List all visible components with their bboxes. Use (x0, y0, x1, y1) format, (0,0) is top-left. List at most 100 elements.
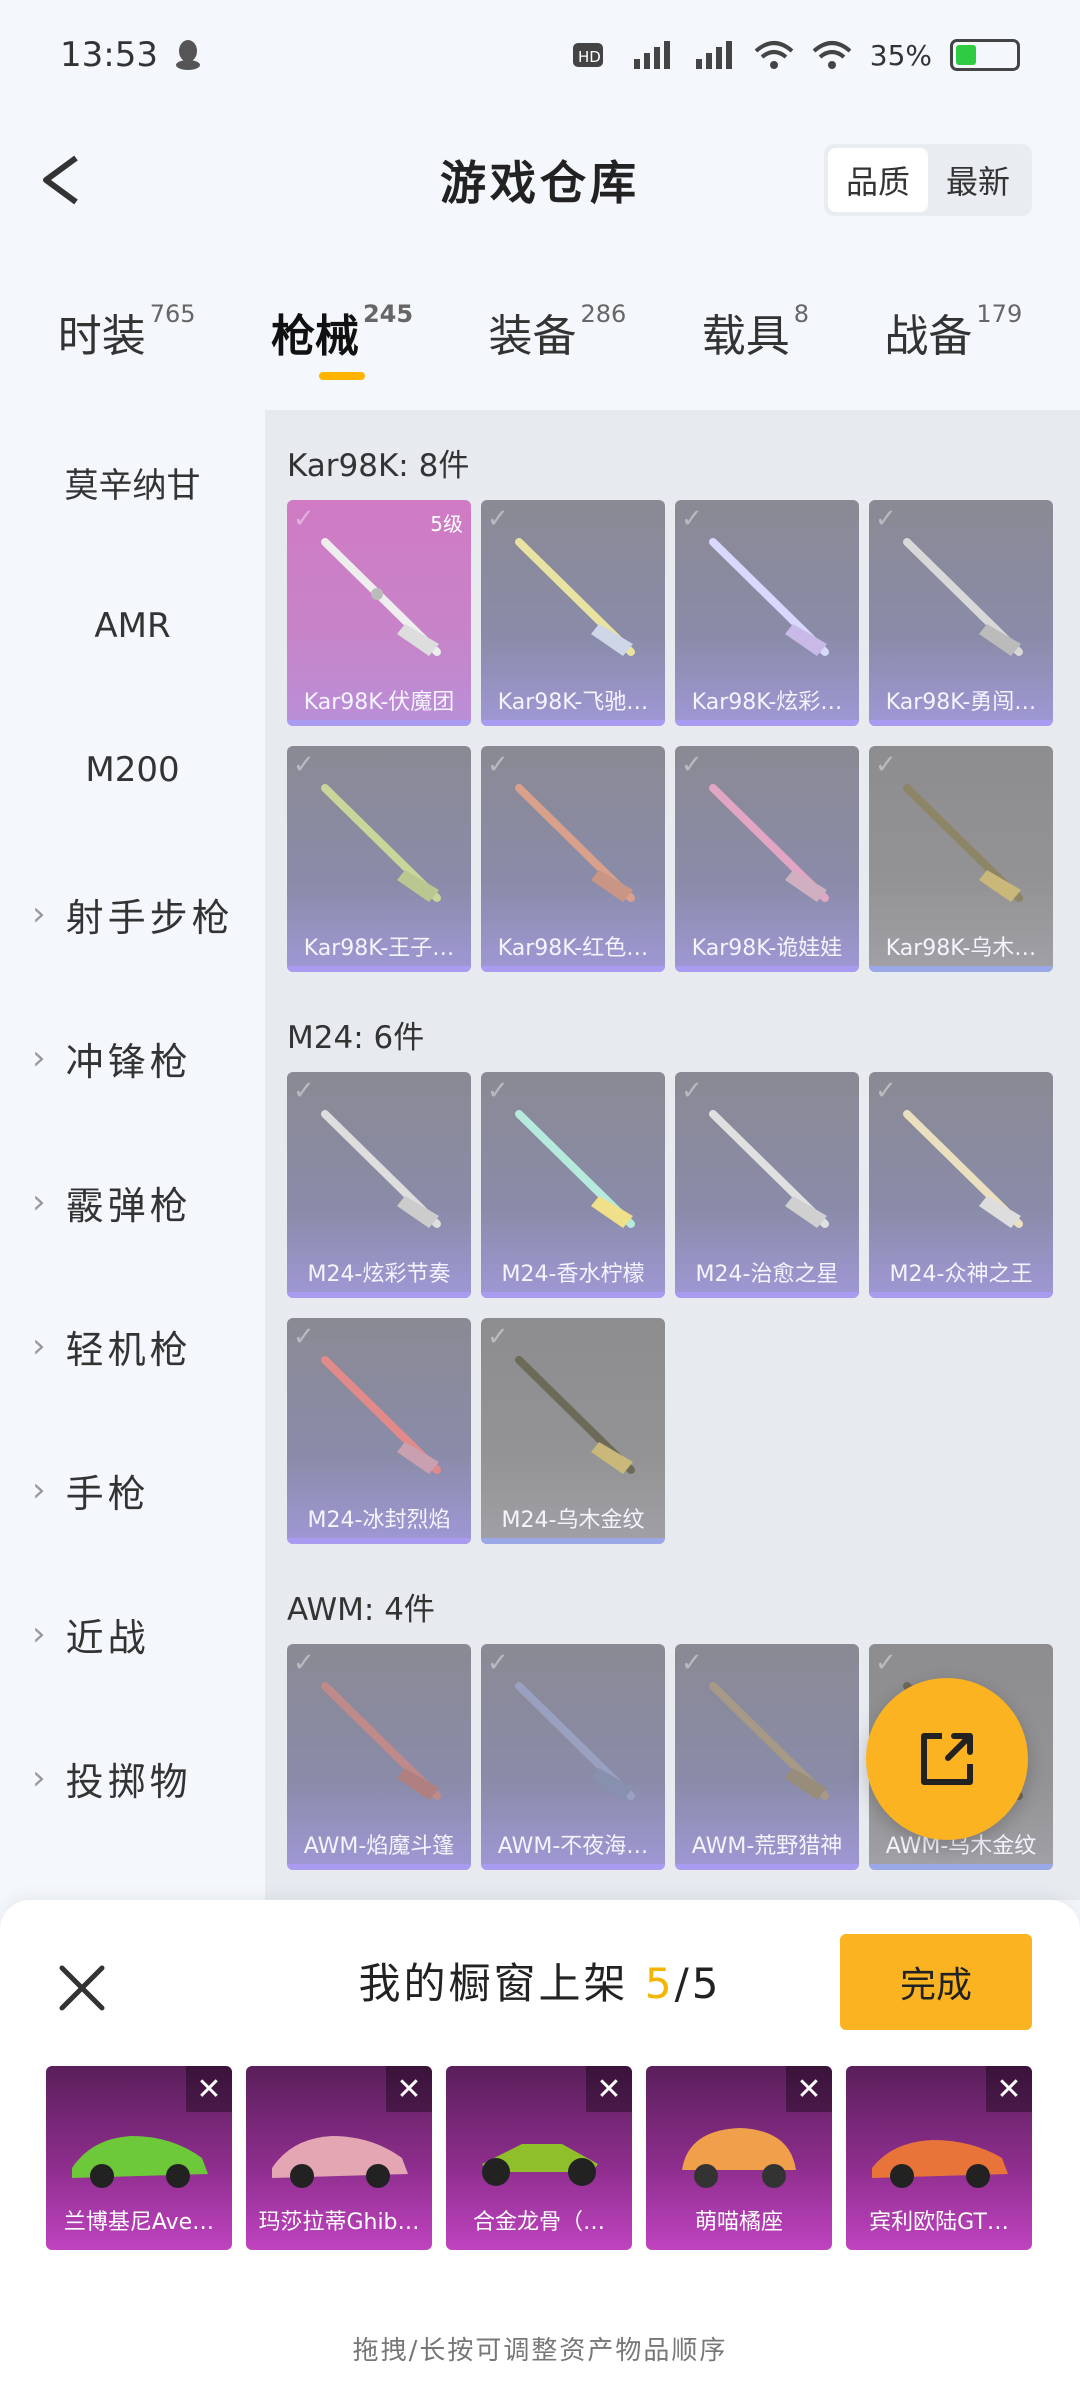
card-stripe (287, 720, 471, 726)
weapon-card[interactable]: ✓ M24-治愈之星 (675, 1072, 859, 1298)
weapon-card[interactable]: ✓ AWM-荒野猎神 (675, 1644, 859, 1870)
tab-count: 765 (149, 300, 196, 328)
showcase-item[interactable]: ✕ 兰博基尼Ave… (46, 2066, 232, 2250)
sort-toggle: 品质 最新 (824, 144, 1032, 216)
weapon-list[interactable]: Kar98K: 8件 ✓ 5级 Kar98K-伏魔团 ✓ Kar98K-飞驰… ✓ Ka… (265, 410, 1080, 1900)
category-tabs: 时装 765 枪械 245 装备 286 载具 8 战备 179 (0, 280, 1080, 400)
weapon-name: M24-炫彩节奏 (307, 1262, 451, 1287)
weapon-card[interactable]: ✓ 5级 Kar98K-伏魔团 (287, 500, 471, 726)
tab-vehicles[interactable]: 载具 8 (702, 280, 809, 400)
showcase-item[interactable]: ✕ 玛莎拉蒂Ghib… (246, 2066, 432, 2250)
weapon-card[interactable]: ✓ M24-乌木金纹 (481, 1318, 665, 1544)
battery-icon (950, 39, 1020, 71)
sort-quality-button[interactable]: 品质 (828, 148, 928, 212)
car-icon (872, 2140, 1008, 2188)
sidebar-item-amr[interactable]: AMR (0, 554, 265, 698)
sidebar-item-m200[interactable]: M200 (0, 698, 265, 842)
tab-label: 枪械 (270, 311, 359, 362)
section-title: Kar98K: 8件 (287, 448, 470, 484)
rifle-icon (709, 538, 829, 656)
rifle-icon (321, 784, 441, 902)
weapon-card[interactable]: ✓ M24-香水柠檬 (481, 1072, 665, 1298)
showcase-item-name: 玛莎拉蒂Ghib… (258, 2210, 420, 2235)
tab-supplies[interactable]: 战备 179 (884, 280, 1022, 400)
weapon-card[interactable]: ✓ M24-炫彩节奏 (287, 1072, 471, 1298)
sidebar-item-mosin[interactable]: 莫辛纳甘 (0, 410, 265, 554)
showcase-item[interactable]: ✕ 宾利欧陆GT… (846, 2066, 1032, 2250)
weapon-card[interactable]: ✓ Kar98K-王子… (287, 746, 471, 972)
rifle-icon (515, 1682, 635, 1800)
tab-count: 286 (580, 300, 627, 328)
sort-newest-button[interactable]: 最新 (928, 148, 1028, 212)
rifle-icon (903, 784, 1023, 902)
remove-icon[interactable]: ✕ (586, 2066, 632, 2112)
card-stripe (287, 1864, 471, 1870)
status-bar: 13:53 HD 35% (0, 0, 1080, 110)
remove-icon[interactable]: ✕ (186, 2066, 232, 2112)
rifle-icon (709, 1682, 829, 1800)
weapon-grid: ✓ 5级 Kar98K-伏魔团 ✓ Kar98K-飞驰… ✓ Kar98K-炫彩… ✓ K… (265, 500, 1080, 982)
sidebar-item-pistol[interactable]: › 手枪 (0, 1418, 265, 1562)
showcase-item[interactable]: ✕ 萌喵橘座 (646, 2066, 832, 2250)
card-stripe (869, 1864, 1053, 1870)
card-stripe (287, 1538, 471, 1544)
weapon-card[interactable]: ✓ Kar98K-勇闯… (869, 500, 1053, 726)
weapon-card[interactable]: ✓ AWM-不夜海… (481, 1644, 665, 1870)
sidebar-item-dmr[interactable]: › 射手步枪 (0, 842, 265, 986)
weapon-name: AWM-不夜海… (497, 1834, 649, 1859)
weapon-card[interactable]: ✓ M24-众神之王 (869, 1072, 1053, 1298)
rifle-icon (515, 1356, 635, 1474)
hd-icon: HD (572, 43, 603, 67)
rifle-icon (709, 1110, 829, 1228)
weapon-name: Kar98K-红色… (497, 936, 649, 961)
chevron-right-icon: › (32, 894, 50, 934)
weapon-name: Kar98K-飞驰… (497, 690, 649, 715)
card-stripe (481, 720, 665, 726)
showcase-count: 5 (644, 1959, 675, 2008)
sidebar-item-throwable[interactable]: › 投掷物 (0, 1706, 265, 1850)
rifle-icon (903, 538, 1023, 656)
sidebar-item-smg[interactable]: › 冲锋枪 (0, 986, 265, 1130)
tab-label: 装备 (488, 311, 577, 362)
car-icon (272, 2136, 408, 2188)
share-icon (921, 1733, 973, 1785)
weapon-card[interactable]: ✓ Kar98K-飞驰… (481, 500, 665, 726)
chevron-right-icon: › (32, 1470, 50, 1510)
tab-firearms[interactable]: 枪械 245 (271, 280, 413, 400)
sidebar-item-lmg[interactable]: › 轻机枪 (0, 1274, 265, 1418)
card-stripe (869, 966, 1053, 972)
tab-fashion[interactable]: 时装 765 (58, 280, 196, 400)
weapon-name: Kar98K-伏魔团 (303, 690, 455, 715)
weapon-card[interactable]: ✓ Kar98K-诡娃娃 (675, 746, 859, 972)
card-stripe (481, 1292, 665, 1298)
battery-percent: 35% (869, 38, 932, 72)
rifle-icon (515, 1110, 635, 1228)
sidebar-item-label: 手枪 (65, 1471, 150, 1516)
weapon-name: Kar98K-乌木… (885, 936, 1037, 961)
rifle-icon (515, 538, 635, 656)
card-stripe (675, 720, 859, 726)
sidebar-item-melee[interactable]: › 近战 (0, 1562, 265, 1706)
sidebar-item-shotgun[interactable]: › 霰弹枪 (0, 1130, 265, 1274)
weapon-card[interactable]: ✓ Kar98K-炫彩… (675, 500, 859, 726)
weapon-card[interactable]: ✓ Kar98K-红色… (481, 746, 665, 972)
weapon-card[interactable]: ✓ Kar98K-乌木… (869, 746, 1053, 972)
remove-icon[interactable]: ✕ (786, 2066, 832, 2112)
showcase-item[interactable]: ✕ 合金龙骨（… (446, 2066, 632, 2250)
card-stripe (481, 1538, 665, 1544)
card-stripe (869, 1292, 1053, 1298)
done-button[interactable]: 完成 (840, 1934, 1032, 2030)
tab-label: 时装 (57, 311, 146, 362)
showcase-total: /5 (674, 1959, 722, 2008)
share-fab-button[interactable] (866, 1678, 1028, 1840)
weapon-card[interactable]: ✓ AWM-焰魔斗篷 (287, 1644, 471, 1870)
weapon-card[interactable]: ✓ M24-冰封烈焰 (287, 1318, 471, 1544)
weapon-name: M24-众神之王 (889, 1262, 1033, 1287)
remove-icon[interactable]: ✕ (386, 2066, 432, 2112)
tab-equipment[interactable]: 装备 286 (488, 280, 626, 400)
chevron-right-icon: › (32, 1182, 50, 1222)
wifi-icon (754, 41, 794, 69)
rifle-icon (321, 1110, 441, 1228)
remove-icon[interactable]: ✕ (986, 2066, 1032, 2112)
sidebar-item-label: 轻机枪 (65, 1327, 192, 1372)
